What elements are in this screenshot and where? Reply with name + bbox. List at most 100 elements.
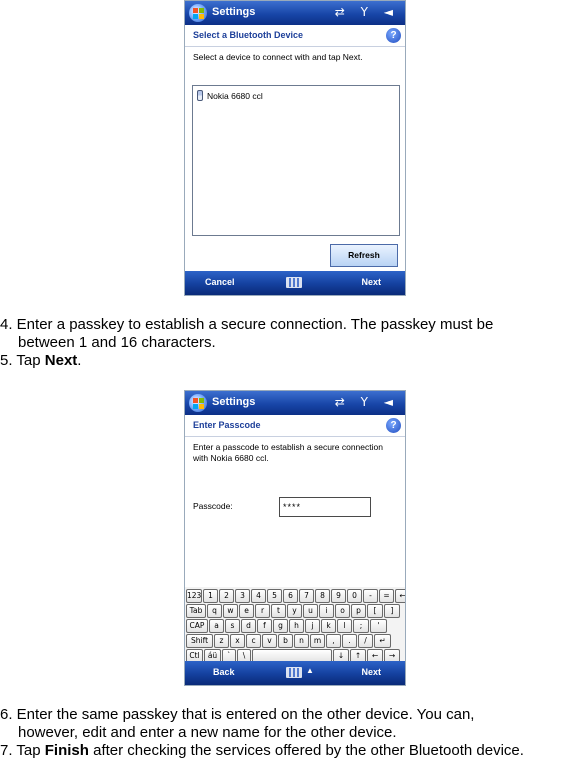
keyboard-key[interactable]: 3 bbox=[235, 589, 250, 603]
caret-up-icon[interactable]: ▲ bbox=[306, 666, 314, 675]
keyboard-key[interactable]: e bbox=[239, 604, 254, 618]
step-7-bold: Finish bbox=[44, 742, 89, 759]
keyboard-key[interactable]: x bbox=[230, 634, 245, 648]
soft-keyboard: 123 1 2 3 4 5 6 7 8 9 0- = ← Tab q w e r t y u i o p[] CAP a s d f… bbox=[185, 587, 405, 663]
keyboard-key[interactable]: 8 bbox=[315, 589, 330, 603]
step-5-bold: Next bbox=[44, 352, 78, 369]
status-icons[interactable]: ⇄ Y ◄ bbox=[335, 5, 399, 19]
keyboard-key[interactable]: m bbox=[310, 634, 325, 648]
step-7-suffix: after checking the services offered by t… bbox=[88, 742, 524, 759]
step-6-line-2: however, edit and enter a new name for t… bbox=[18, 724, 397, 741]
keyboard-key[interactable]: l bbox=[337, 619, 352, 633]
keyboard-key[interactable]: 1 bbox=[203, 589, 218, 603]
windows-start-icon[interactable] bbox=[189, 4, 207, 22]
keyboard-key[interactable]: 123 bbox=[186, 589, 202, 603]
keyboard-key[interactable]: CAP bbox=[186, 619, 208, 633]
step-6-text: 6. Enter the same passkey that is entere… bbox=[0, 706, 474, 742]
keyboard-key[interactable]: 5 bbox=[267, 589, 282, 603]
refresh-button[interactable]: Refresh bbox=[330, 244, 398, 267]
help-icon[interactable]: ? bbox=[386, 28, 401, 43]
list-item[interactable]: Nokia 6680 ccl bbox=[197, 90, 263, 101]
page-title: Select a Bluetooth Device bbox=[193, 30, 304, 40]
step-5-suffix: . bbox=[77, 352, 82, 369]
keyboard-key[interactable]: v bbox=[262, 634, 277, 648]
keyboard-key[interactable]: g bbox=[273, 619, 288, 633]
app-title: Settings bbox=[212, 396, 256, 408]
keyboard-key[interactable]: a bbox=[209, 619, 224, 633]
step-4-line-2: between 1 and 16 characters. bbox=[18, 334, 216, 351]
screenshot-enter-passcode: Settings ⇄ Y ◄ Enter Passcode ? Enter a … bbox=[184, 390, 406, 686]
cancel-button[interactable]: Cancel bbox=[205, 277, 235, 287]
keyboard-key[interactable]: f bbox=[257, 619, 272, 633]
step-5-text: 5. Tap Next. bbox=[0, 352, 81, 370]
keyboard-key[interactable]: z bbox=[214, 634, 229, 648]
keyboard-key[interactable]: - bbox=[363, 589, 378, 603]
title-bar: Settings ⇄ Y ◄ bbox=[185, 1, 405, 25]
keyboard-key[interactable]: o bbox=[335, 604, 350, 618]
app-title: Settings bbox=[212, 6, 256, 18]
keyboard-key[interactable]: n bbox=[294, 634, 309, 648]
instruction-text: Enter a passcode to establish a secure c… bbox=[193, 442, 383, 463]
keyboard-key[interactable]: [ bbox=[367, 604, 383, 618]
keyboard-key[interactable]: c bbox=[246, 634, 261, 648]
keyboard-key[interactable]: ; bbox=[353, 619, 369, 633]
keyboard-key[interactable]: d bbox=[241, 619, 256, 633]
keyboard-icon[interactable] bbox=[286, 277, 302, 288]
keyboard-key[interactable]: s bbox=[225, 619, 240, 633]
step-7-text: 7. Tap Finish after checking the service… bbox=[0, 742, 524, 760]
keyboard-key[interactable]: Tab bbox=[186, 604, 206, 618]
keyboard-key[interactable]: h bbox=[289, 619, 304, 633]
keyboard-key[interactable]: 9 bbox=[331, 589, 346, 603]
keyboard-key[interactable]: q bbox=[207, 604, 222, 618]
keyboard-key[interactable]: , bbox=[326, 634, 341, 648]
keyboard-key[interactable]: j bbox=[305, 619, 320, 633]
menu-bar: Cancel Next bbox=[185, 271, 405, 295]
keyboard-key[interactable]: k bbox=[321, 619, 336, 633]
page-header: Select a Bluetooth Device ? bbox=[185, 25, 405, 47]
device-list[interactable]: Nokia 6680 ccl bbox=[192, 85, 400, 236]
keyboard-key[interactable]: i bbox=[319, 604, 334, 618]
keyboard-key[interactable]: ' bbox=[370, 619, 387, 633]
keyboard-key[interactable]: w bbox=[223, 604, 238, 618]
keyboard-key[interactable]: p bbox=[351, 604, 366, 618]
keyboard-key[interactable]: 7 bbox=[299, 589, 314, 603]
back-button[interactable]: Back bbox=[213, 667, 235, 677]
keyboard-row-1: 123 1 2 3 4 5 6 7 8 9 0- = ← bbox=[186, 589, 405, 603]
status-icons[interactable]: ⇄ Y ◄ bbox=[335, 395, 399, 409]
help-icon[interactable]: ? bbox=[386, 418, 401, 433]
keyboard-key[interactable]: 0 bbox=[347, 589, 362, 603]
step-4-line-1: 4. Enter a passkey to establish a secure… bbox=[0, 316, 494, 333]
keyboard-key[interactable]: = bbox=[379, 589, 394, 603]
menu-bar: Back ▲ Next bbox=[185, 661, 405, 685]
keyboard-key[interactable]: Shift bbox=[186, 634, 213, 648]
keyboard-key[interactable]: . bbox=[342, 634, 357, 648]
keyboard-key[interactable]: 6 bbox=[283, 589, 298, 603]
passcode-label: Passcode: bbox=[193, 501, 233, 511]
keyboard-key[interactable]: 4 bbox=[251, 589, 266, 603]
title-bar: Settings ⇄ Y ◄ bbox=[185, 391, 405, 415]
device-name: Nokia 6680 ccl bbox=[207, 91, 263, 101]
keyboard-key[interactable]: / bbox=[358, 634, 373, 648]
keyboard-key[interactable]: b bbox=[278, 634, 293, 648]
next-button[interactable]: Next bbox=[361, 277, 381, 287]
step-4-text: 4. Enter a passkey to establish a secure… bbox=[0, 316, 493, 352]
keyboard-key[interactable]: 2 bbox=[219, 589, 234, 603]
keyboard-key[interactable]: u bbox=[303, 604, 318, 618]
windows-start-icon[interactable] bbox=[189, 394, 207, 412]
keyboard-key[interactable]: r bbox=[255, 604, 270, 618]
passcode-input[interactable]: **** bbox=[279, 497, 371, 517]
keyboard-key[interactable]: t bbox=[271, 604, 286, 618]
screenshot-select-device: Settings ⇄ Y ◄ Select a Bluetooth Device… bbox=[184, 0, 406, 296]
page-title: Enter Passcode bbox=[193, 420, 261, 430]
keyboard-key[interactable]: ] bbox=[384, 604, 400, 618]
keyboard-key[interactable]: y bbox=[287, 604, 302, 618]
keyboard-icon[interactable] bbox=[286, 667, 302, 678]
keyboard-key[interactable]: ← bbox=[395, 589, 405, 603]
step-5-prefix: 5. Tap bbox=[0, 352, 45, 369]
next-button[interactable]: Next bbox=[361, 667, 381, 677]
instruction-text: Select a device to connect with and tap … bbox=[193, 52, 363, 62]
keyboard-row-3: CAP a s d f g h j k l; ' bbox=[186, 619, 387, 633]
keyboard-key[interactable]: ↵ bbox=[374, 634, 391, 648]
phone-icon bbox=[197, 90, 203, 101]
step-6-line-1: 6. Enter the same passkey that is entere… bbox=[0, 706, 475, 723]
